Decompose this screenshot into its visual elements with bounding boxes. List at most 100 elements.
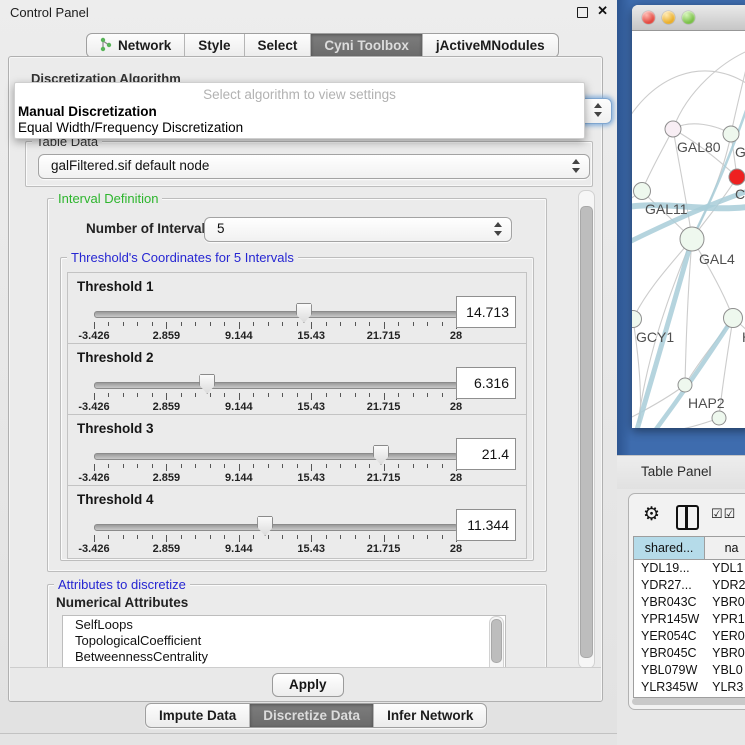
table-cell: YER0: [705, 628, 745, 645]
slider-tick-labels: -3.4262.8599.14415.4321.71528: [94, 401, 456, 413]
threshold-label: Threshold 2: [77, 350, 154, 365]
window-title: Control Panel: [10, 5, 89, 20]
tab-impute-data[interactable]: Impute Data: [146, 704, 249, 727]
tab-discretize-data[interactable]: Discretize Data: [249, 704, 373, 727]
bottom-tab-bar: Impute DataDiscretize DataInfer Network: [145, 703, 487, 728]
table-row[interactable]: YBR045CYBR0: [634, 645, 745, 662]
combo-stepper-icon[interactable]: [571, 158, 580, 174]
table-horizontal-scrollbar[interactable]: [632, 698, 745, 705]
network-node[interactable]: [723, 126, 739, 142]
spinner-stepper-icon[interactable]: [493, 221, 502, 237]
network-node[interactable]: [712, 411, 726, 425]
network-node[interactable]: [680, 227, 704, 251]
network-tab-icon: [100, 37, 112, 55]
network-node[interactable]: [724, 309, 743, 328]
top-tab-bar: Network Style Select Cyni Toolbox jActiveMNo…: [86, 33, 559, 58]
network-node[interactable]: [729, 169, 745, 185]
settings-scrollbar[interactable]: [578, 190, 595, 669]
network-node[interactable]: [634, 183, 651, 200]
network-node[interactable]: [632, 311, 642, 328]
tab-select[interactable]: Select: [244, 34, 311, 57]
dropdown-option-manual[interactable]: Manual Discretization: [18, 104, 157, 119]
slider-track[interactable]: [94, 382, 458, 389]
table-rows-container: YDL19...YDL1YDR27...YDR2YBR043CYBR0YPR14…: [634, 560, 745, 698]
threshold-value-field[interactable]: 14.713: [456, 296, 516, 328]
table-cell: YBR045C: [634, 645, 705, 662]
attributes-list-scrollbar[interactable]: [489, 616, 504, 667]
column-layout-icon[interactable]: [676, 505, 699, 530]
node-label-gal11: GAL11: [645, 201, 688, 217]
node-label-gcy1: GCY1: [636, 329, 674, 345]
algorithm-combo-stepper-icon[interactable]: [593, 102, 602, 118]
network-node[interactable]: [665, 121, 681, 137]
table-cell: YBR0: [705, 645, 745, 662]
slider-thumb[interactable]: [257, 516, 273, 536]
network-node[interactable]: [678, 378, 692, 392]
dropdown-option-equal-width[interactable]: Equal Width/Frequency Discretization: [18, 120, 243, 135]
node-table[interactable]: shared...na YDL19...YDL1YDR27...YDR2YBR0…: [633, 536, 745, 698]
slider-thumb[interactable]: [373, 445, 389, 465]
minimize-traffic-light-icon[interactable]: [662, 11, 675, 24]
table-row[interactable]: YDR27...YDR2: [634, 577, 745, 594]
table-panel-area: ⚙ ☑☑ shared...na YDL19...YDL1YDR27...YDR…: [617, 489, 745, 745]
close-icon[interactable]: ✕: [597, 3, 608, 19]
table-cell: YDL19...: [634, 560, 705, 577]
close-traffic-light-icon[interactable]: [642, 11, 655, 24]
threshold-value-field[interactable]: 6.316: [456, 367, 516, 399]
slider-ticks: [94, 535, 456, 543]
gear-icon[interactable]: ⚙: [643, 503, 660, 526]
table-data-combobox[interactable]: galFiltered.sif default node: [38, 154, 590, 179]
attribute-item-selfloops[interactable]: SelfLoops: [63, 616, 505, 632]
slider-thumb[interactable]: [296, 303, 312, 323]
table-cell: YBL079W: [634, 662, 705, 679]
attribute-item-topologicalcoefficient[interactable]: TopologicalCoefficient: [63, 632, 505, 648]
zoom-traffic-light-icon[interactable]: [682, 11, 695, 24]
network-graph: GAL80GACGAL11GAL4GCY1HHAP2: [632, 31, 745, 428]
slider-track[interactable]: [94, 524, 458, 531]
select-columns-icon[interactable]: ☑☑: [711, 506, 736, 522]
network-canvas[interactable]: GAL80GACGAL11GAL4GCY1HHAP2: [632, 31, 745, 428]
apply-strip: Apply: [10, 667, 601, 701]
column-header-shared[interactable]: shared...: [634, 537, 705, 559]
control-panel-window: Control Panel ✕ Network Style Select Cyni T…: [0, 0, 617, 734]
table-panel-card: ⚙ ☑☑ shared...na YDL19...YDL1YDR27...YDR…: [628, 493, 745, 710]
threshold-value-field[interactable]: 21.4: [456, 438, 516, 470]
tab-label: jActiveMNodules: [436, 38, 545, 53]
node-label-hap2: HAP2: [688, 395, 725, 411]
numerical-attributes-list[interactable]: SelfLoopsTopologicalCoefficientBetweenne…: [62, 615, 506, 667]
slider-tick-labels: -3.4262.8599.14415.4321.71528: [94, 543, 456, 555]
table-cell: YLR345W: [634, 679, 705, 696]
screenshot-root: Control Panel ✕ Network Style Select Cyni T…: [0, 0, 745, 745]
slider-ticks: [94, 322, 456, 330]
settings-scroll-viewport: Interval Definition Number of Intervals …: [25, 190, 573, 667]
slider-track[interactable]: [94, 453, 458, 460]
tab-infer-network[interactable]: Infer Network: [373, 704, 486, 727]
tab-style[interactable]: Style: [184, 34, 243, 57]
slider-thumb[interactable]: [199, 374, 215, 394]
tab-cyni-toolbox[interactable]: Cyni Toolbox: [310, 34, 422, 57]
column-header-na[interactable]: na: [705, 537, 745, 559]
attribute-item-betweennesscentrality[interactable]: BetweennessCentrality: [63, 648, 505, 664]
tab-label: Network: [118, 38, 171, 53]
number-of-intervals-spinner[interactable]: 5: [204, 217, 512, 242]
table-row[interactable]: YBL079WYBL0: [634, 662, 745, 679]
apply-button[interactable]: Apply: [272, 673, 344, 697]
attributes-group: Attributes to discretize Numerical Attri…: [47, 584, 547, 667]
tab-jactivemnodules[interactable]: jActiveMNodules: [422, 34, 558, 57]
tab-label: Select: [258, 38, 298, 53]
table-row[interactable]: YDL19...YDL1: [634, 560, 745, 577]
thresholds-group: Threshold's Coordinates for 5 Intervals …: [60, 257, 534, 561]
cyni-toolbox-panel: Discretization Algorithm Table Data galF…: [8, 56, 603, 702]
network-window-titlebar: [632, 5, 745, 31]
table-row[interactable]: YER054CYER0: [634, 628, 745, 645]
table-row[interactable]: YLR345WYLR3: [634, 679, 745, 696]
node-label-gal4: GAL4: [699, 251, 735, 267]
threshold-value-field[interactable]: 11.344: [456, 509, 516, 541]
interval-definition-group-title: Interval Definition: [54, 191, 162, 206]
slider-track[interactable]: [94, 311, 458, 318]
float-window-icon[interactable]: [577, 7, 588, 18]
table-row[interactable]: YBR043CYBR0: [634, 594, 745, 611]
table-row[interactable]: YPR145WYPR1: [634, 611, 745, 628]
threshold-row-3: Threshold 3-3.4262.8599.14415.4321.71528…: [67, 414, 527, 488]
tab-network[interactable]: Network: [87, 34, 184, 57]
